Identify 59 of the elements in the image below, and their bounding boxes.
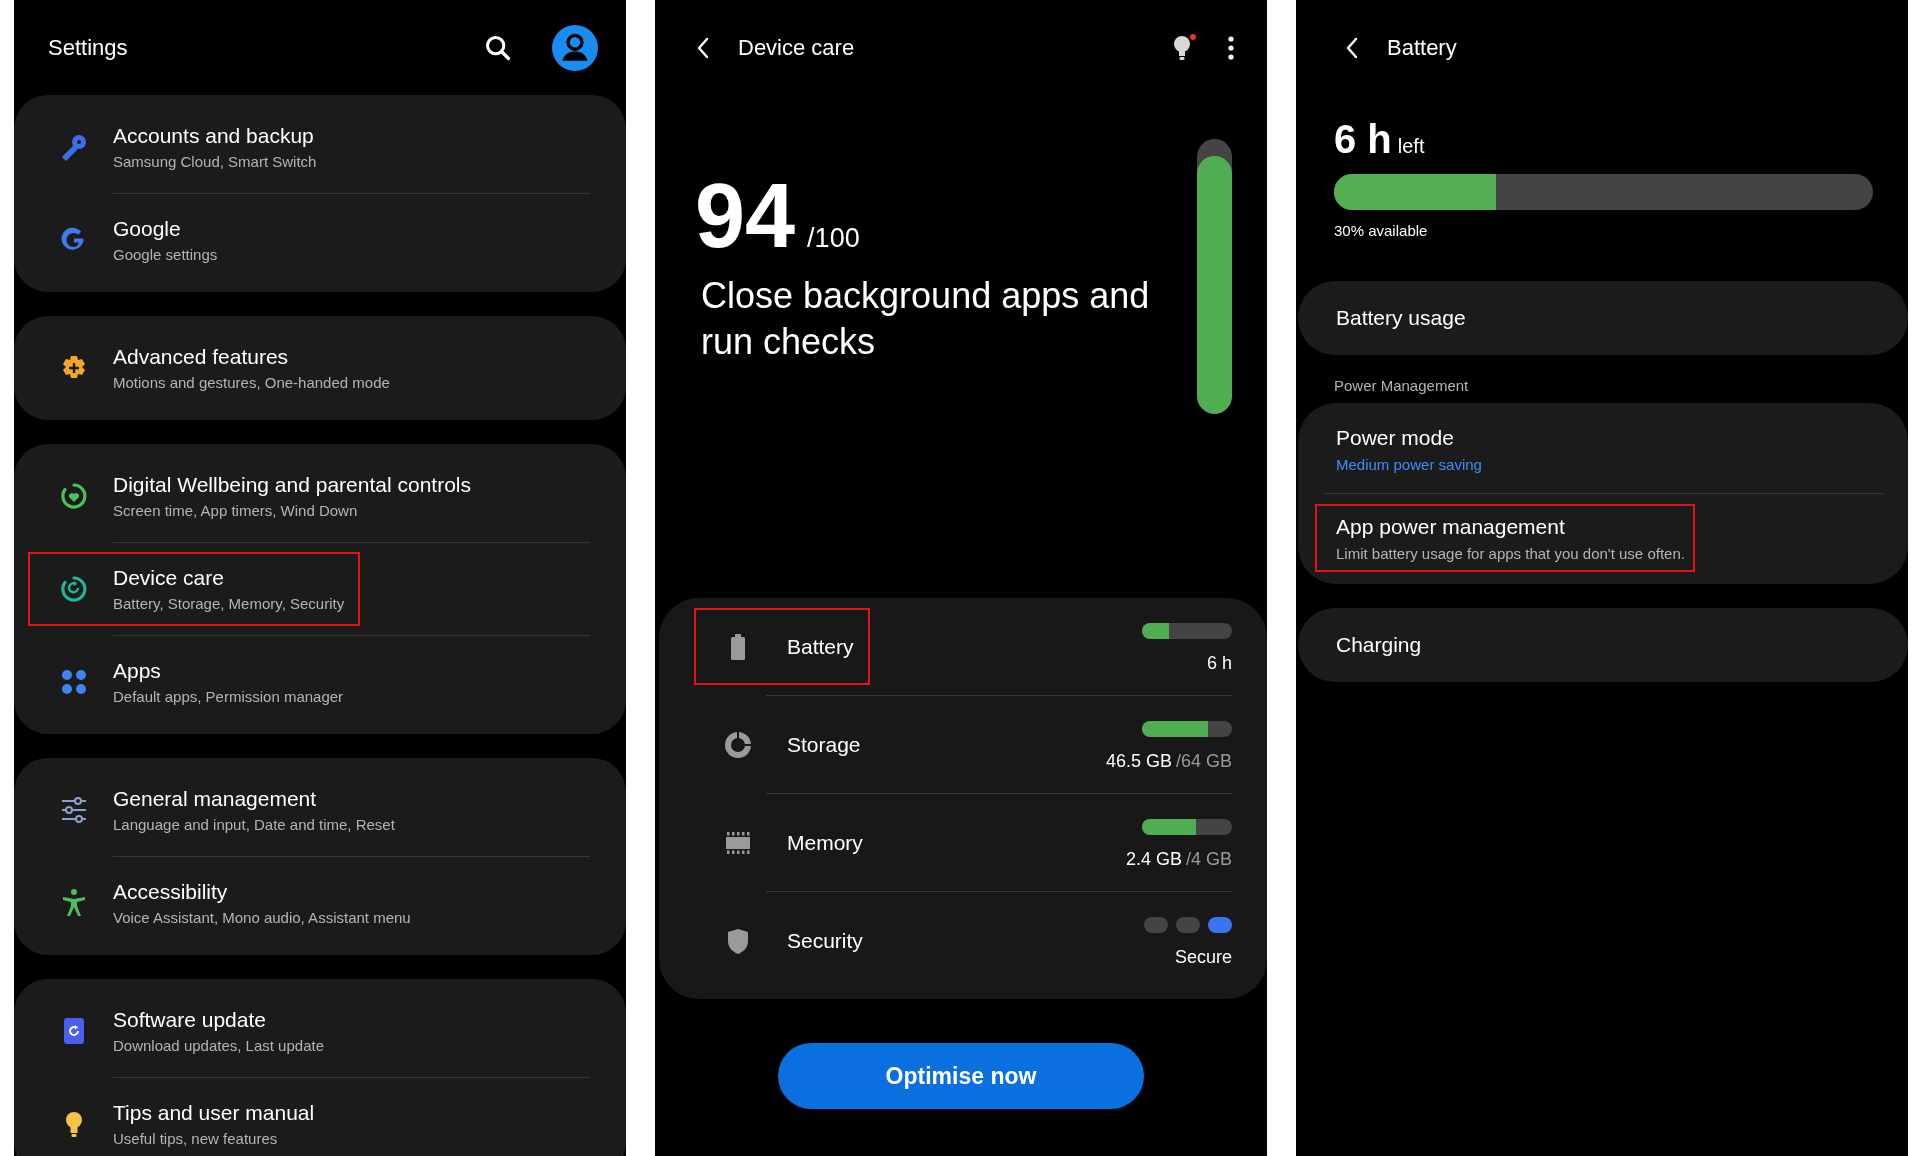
check-value: 2.4 GB	[1125, 849, 1182, 870]
check-label[interactable]: Storage	[787, 732, 861, 757]
setting-title[interactable]: Advanced features	[113, 345, 390, 369]
time-left-value: 6 h	[1334, 117, 1392, 162]
more-icon[interactable]	[1227, 34, 1235, 61]
avatar-icon[interactable]	[552, 24, 598, 71]
setting-title[interactable]: Accessibility	[113, 880, 411, 904]
status-message: Close background apps and run checks	[701, 274, 1151, 364]
optimise-button[interactable]: Optimise now	[778, 1043, 1144, 1109]
setting-subtitle: Voice Assistant, Mono audio, Assistant menu	[113, 909, 411, 926]
setting-subtitle: Limit battery usage for apps that you don't use often.	[1336, 544, 1685, 562]
screen-title: Settings	[48, 34, 128, 61]
section-header: Power Management	[1333, 377, 1470, 396]
setting-title[interactable]: Software update	[113, 1008, 324, 1032]
setting-subtitle: Google settings	[113, 246, 218, 263]
search-icon[interactable]	[484, 33, 512, 62]
setting-subtitle: Language and input, Date and time, Reset	[113, 816, 395, 833]
setting-title[interactable]: Accounts and backup	[113, 124, 317, 148]
setting-title[interactable]: App power management	[1336, 514, 1565, 539]
setting-subtitle: Default apps, Permission manager	[113, 688, 344, 705]
time-left-label: left	[1397, 135, 1425, 158]
setting-title[interactable]: Device care	[113, 566, 345, 590]
score-max: /100	[807, 223, 860, 254]
screen-title: Battery	[1387, 34, 1457, 61]
back-icon[interactable]	[1344, 35, 1360, 60]
setting-subtitle: Medium power saving	[1336, 455, 1482, 473]
check-value: 46.5 GB	[1105, 751, 1172, 772]
check-label[interactable]: Battery	[787, 634, 854, 659]
setting-title[interactable]: Apps	[113, 659, 344, 683]
refresh-ring-icon	[59, 574, 89, 604]
setting-title[interactable]: Digital Wellbeing and parental controls	[113, 473, 471, 497]
score-value: 94	[695, 171, 796, 261]
setting-title[interactable]: Tips and user manual	[113, 1101, 315, 1125]
sliders-icon	[59, 795, 89, 825]
check-total: /4 GB	[1185, 849, 1232, 870]
setting-title[interactable]: General management	[113, 787, 395, 811]
check-total: /64 GB	[1175, 751, 1232, 772]
check-value: 6 h	[1206, 653, 1232, 674]
lightbulb-icon[interactable]	[1171, 32, 1197, 63]
setting-title[interactable]: Charging	[1336, 633, 1422, 657]
setting-title[interactable]: Google	[113, 217, 218, 241]
setting-subtitle: Download updates, Last update	[113, 1037, 324, 1054]
check-value: Secure	[1174, 947, 1232, 968]
battery-available-text: 30% available	[1334, 222, 1429, 239]
back-icon[interactable]	[695, 35, 711, 60]
screen-title: Device care	[738, 34, 855, 61]
setting-subtitle: Battery, Storage, Memory, Security	[113, 595, 345, 612]
dots-grid-icon	[59, 667, 89, 697]
check-label[interactable]: Memory	[787, 830, 863, 855]
setting-title[interactable]: Power mode	[1336, 425, 1454, 450]
check-label[interactable]: Security	[787, 928, 863, 953]
setting-subtitle: Useful tips, new features	[113, 1130, 279, 1147]
setting-subtitle: Motions and gestures, One-handed mode	[113, 374, 390, 391]
setting-subtitle: Samsung Cloud, Smart Switch	[113, 153, 317, 170]
pie-chart-icon	[723, 729, 753, 760]
setting-subtitle: Screen time, App timers, Wind Down	[113, 502, 359, 519]
heart-ring-icon	[59, 481, 89, 511]
setting-title[interactable]: Battery usage	[1336, 306, 1466, 330]
key-icon	[59, 132, 89, 162]
